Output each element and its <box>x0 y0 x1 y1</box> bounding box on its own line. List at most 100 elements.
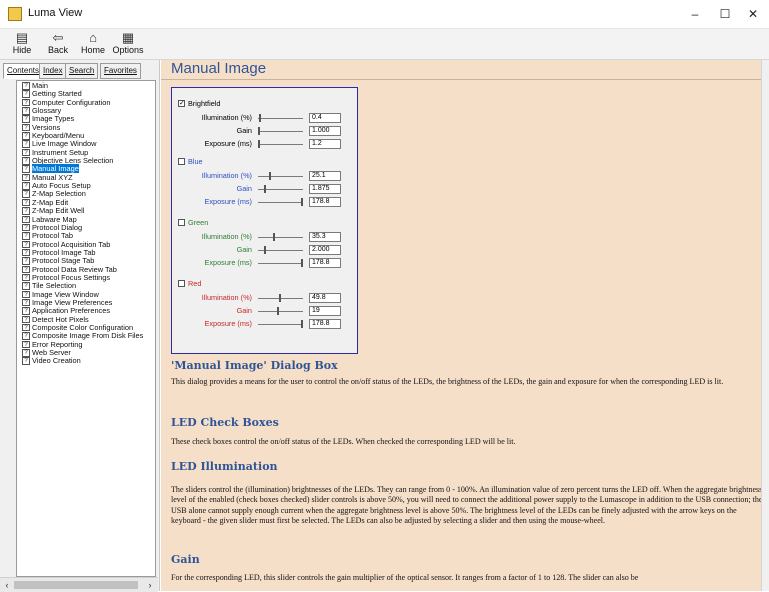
slider-track[interactable] <box>258 311 303 312</box>
slider-track[interactable] <box>258 118 303 119</box>
section-heading-gain: Gain <box>171 553 200 566</box>
value-field[interactable]: 1.000 <box>309 126 341 136</box>
section-text-gain: For the corresponding LED, this slider c… <box>171 573 639 582</box>
slider-thumb[interactable] <box>301 320 303 328</box>
group-label-brightfield: Brightfield <box>188 99 221 108</box>
value-field[interactable]: 25.1 <box>309 171 341 181</box>
section-heading-check-boxes: LED Check Boxes <box>171 416 279 429</box>
help-page-icon: ? <box>22 290 30 299</box>
toolbar: ▤ Hide ⇦ Back ⌂ Home ▦ Options <box>0 29 769 60</box>
slider-label: Exposure (ms) <box>204 197 252 206</box>
value-field[interactable]: 1.2 <box>309 139 341 149</box>
help-page-icon: ? <box>22 140 30 148</box>
slider-label: Exposure (ms) <box>204 319 252 328</box>
help-page-icon: ? <box>22 240 30 249</box>
slider-track[interactable] <box>258 176 303 177</box>
slider-track[interactable] <box>258 202 303 203</box>
home-button[interactable]: ⌂ Home <box>73 31 113 57</box>
slider-thumb[interactable] <box>258 127 260 135</box>
help-page-icon: ? <box>22 223 30 232</box>
slider-track[interactable] <box>258 131 303 132</box>
checkbox-red[interactable] <box>178 280 185 287</box>
tab-search[interactable]: Search <box>65 63 99 79</box>
page-title: Manual Image <box>171 60 267 77</box>
hide-button[interactable]: ▤ Hide <box>2 31 42 57</box>
help-page-icon: ? <box>22 349 30 357</box>
section-text-check-boxes: These check boxes control the on/off sta… <box>171 437 516 446</box>
contents-tree[interactable]: ? Main? Getting Started? Computer Configura… <box>16 80 156 577</box>
help-page-icon: ? <box>22 165 30 173</box>
manual-image-dialog: ✓ Brightfield Illumination (%) 0.4 Gain 1.000… <box>171 87 358 354</box>
value-field[interactable]: 35.3 <box>309 232 341 242</box>
slider-label: Illumination (%) <box>201 232 252 241</box>
help-page-icon: ? <box>22 273 30 282</box>
hide-label: Hide <box>12 45 32 55</box>
value-field[interactable]: 178.8 <box>309 197 341 207</box>
help-page-icon: ? <box>22 82 30 90</box>
slider-label: Gain <box>236 245 252 254</box>
slider-track[interactable] <box>258 263 303 264</box>
value-field[interactable]: 1.875 <box>309 184 341 194</box>
slider-label: Exposure (ms) <box>204 258 252 267</box>
help-page-icon: ? <box>22 173 30 182</box>
section-text-dialog-box: This dialog provides a means for the use… <box>171 377 724 386</box>
value-field[interactable]: 49.8 <box>309 293 341 303</box>
scroll-right-icon[interactable]: › <box>144 579 156 591</box>
group-label-green: Green <box>188 218 209 227</box>
value-field[interactable]: 19 <box>309 306 341 316</box>
tree-item[interactable]: ? Video Creation <box>22 356 155 366</box>
slider-thumb[interactable] <box>264 185 266 193</box>
slider-thumb[interactable] <box>264 246 266 254</box>
help-page-icon: ? <box>22 248 30 257</box>
scroll-left-icon[interactable]: ‹ <box>1 579 13 591</box>
scrollbar-thumb[interactable] <box>14 581 138 589</box>
help-page-icon: ? <box>22 98 30 107</box>
slider-thumb[interactable] <box>279 294 281 302</box>
help-page-icon: ? <box>22 182 30 190</box>
window-title: Luma View <box>28 7 83 19</box>
checkbox-blue[interactable] <box>178 158 185 165</box>
horizontal-scrollbar[interactable]: ‹ › <box>0 577 158 592</box>
tree-item-label: Video Creation <box>32 356 81 366</box>
slider-thumb[interactable] <box>301 198 303 206</box>
tab-contents[interactable]: Contents <box>3 63 44 79</box>
value-field[interactable]: 178.8 <box>309 319 341 329</box>
maximize-button[interactable]: ☐ <box>710 3 740 25</box>
slider-track[interactable] <box>258 237 303 238</box>
back-label: Back <box>47 45 68 55</box>
home-icon: ⌂ <box>89 30 97 45</box>
slider-thumb[interactable] <box>269 172 271 180</box>
slider-thumb[interactable] <box>273 233 275 241</box>
slider-track[interactable] <box>258 144 303 145</box>
help-page-icon: ? <box>22 340 30 349</box>
slider-thumb[interactable] <box>259 114 261 122</box>
tab-index[interactable]: Index <box>39 63 67 79</box>
slider-track[interactable] <box>258 324 303 325</box>
value-field[interactable]: 2.000 <box>309 245 341 255</box>
close-button[interactable]: ✕ <box>738 3 768 25</box>
value-field[interactable]: 0.4 <box>309 113 341 123</box>
help-page-icon: ? <box>22 265 30 274</box>
help-page-icon: ? <box>22 315 30 324</box>
slider-thumb[interactable] <box>277 307 279 315</box>
slider-thumb[interactable] <box>258 140 260 148</box>
slider-thumb[interactable] <box>301 259 303 267</box>
app-icon <box>8 7 22 21</box>
help-page-icon: ? <box>22 123 30 132</box>
vertical-scrollbar[interactable] <box>761 60 769 591</box>
checkbox-brightfield[interactable]: ✓ <box>178 100 185 107</box>
options-button[interactable]: ▦ Options <box>108 31 148 57</box>
value-field[interactable]: 178.8 <box>309 258 341 268</box>
help-page-icon: ? <box>22 232 30 240</box>
title-bar: Luma View – ☐ ✕ <box>0 0 769 29</box>
help-page-icon: ? <box>22 298 30 307</box>
help-page-icon: ? <box>22 332 30 340</box>
section-text-illumination: The sliders control the (illumination) b… <box>171 485 761 526</box>
back-button[interactable]: ⇦ Back <box>38 31 78 57</box>
checkbox-green[interactable] <box>178 219 185 226</box>
minimize-button[interactable]: – <box>680 3 710 25</box>
tab-favorites[interactable]: Favorites <box>100 63 141 79</box>
slider-label: Gain <box>236 184 252 193</box>
help-page-icon: ? <box>22 215 30 223</box>
slider-label: Illumination (%) <box>201 113 252 122</box>
